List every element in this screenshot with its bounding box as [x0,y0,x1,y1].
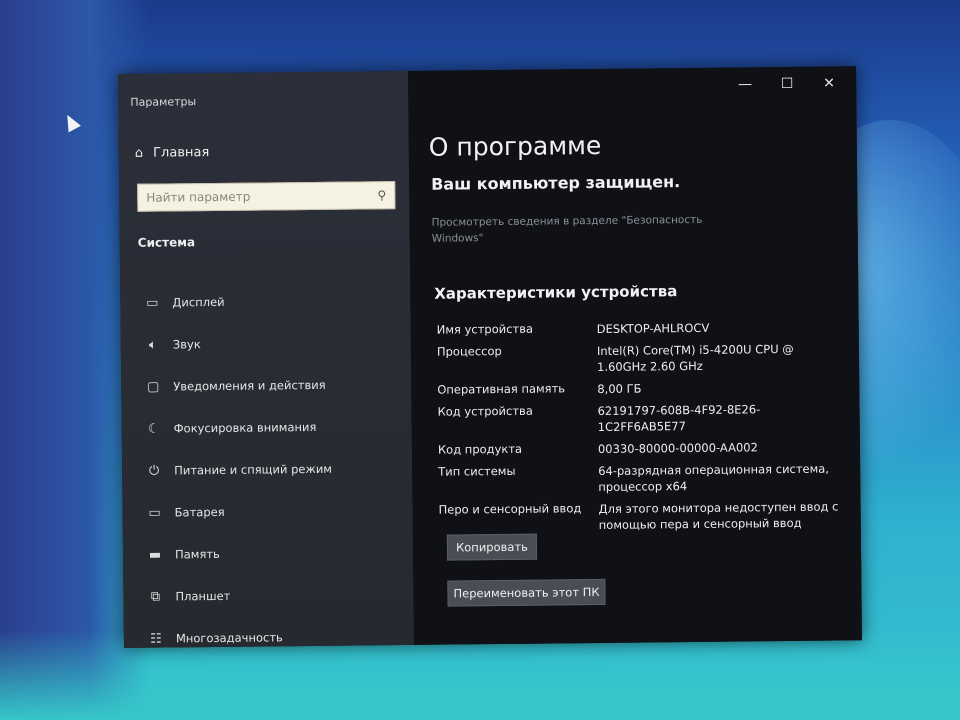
sidebar-item-battery[interactable]: ▭ Батарея [146,489,406,534]
sidebar-item-label: Звук [172,337,201,352]
sidebar-item-label: Уведомления и действия [173,377,326,394]
sidebar-item-display[interactable]: ▭ Дисплей [144,279,404,324]
power-icon: ⏻ [148,463,160,479]
spec-row: Оперативная память 8,00 ГБ [437,378,847,398]
sidebar-item-label: Многозадачность [175,630,283,646]
sidebar-item-label: Планшет [175,588,231,604]
main-content: — ☐ ✕ О программе Ваш компьютер защищен.… [407,66,862,645]
spec-value: DESKTOP-AHLROCV [596,320,710,337]
spec-row: Имя устройства DESKTOP-AHLROCV [437,318,847,338]
security-link[interactable]: Просмотреть сведения в разделе "Безопасн… [431,212,731,247]
multitasking-icon: ☷ [150,631,162,647]
sidebar-section-title: Система [137,235,196,250]
tablet-icon: ⧉ [150,589,161,605]
page-title: О программе [428,130,602,162]
sidebar-item-sound[interactable]: 🔈︎ Звук [145,321,405,366]
focus-assist-icon: ☾ [147,421,160,437]
sidebar-item-focus-assist[interactable]: ☾ Фокусировка внимания [145,405,405,450]
spec-value: 8,00 ГБ [597,381,642,396]
display-icon: ▭ [146,295,159,311]
sound-icon: 🔈︎ [148,337,157,353]
spec-row: Код устройства 62191797-608B-4F92-8E26-1… [437,400,847,436]
spec-value: Для этого монитора недоступен ввод с пом… [598,499,839,532]
spec-label: Оперативная память [437,381,566,397]
spec-label: Процессор [436,343,502,359]
sidebar: Параметры ⌂ Главная ⚲ Система ▭ Дисплей … [118,70,414,648]
storage-icon: ▬ [148,547,162,563]
spec-label: Код продукта [437,441,523,457]
close-button[interactable]: ✕ [808,70,850,96]
sidebar-item-power[interactable]: ⏻ Питание и спящий режим [146,447,406,492]
sidebar-item-multitasking[interactable]: ☷ Многозадачность [148,615,408,660]
spec-label: Перо и сенсорный ввод [438,501,582,517]
sidebar-nav: ▭ Дисплей 🔈︎ Звук ▢ Уведомления и действ… [144,279,408,660]
sidebar-item-storage[interactable]: ▬ Память [147,531,407,576]
spec-value: 64-разрядная операционная система, проце… [598,461,830,494]
spec-row: Тип системы 64-разрядная операционная си… [438,460,848,496]
sidebar-item-label: Память [174,546,220,562]
protection-status: Ваш компьютер защищен. [431,172,681,194]
search-icon[interactable]: ⚲ [377,188,386,202]
notifications-icon: ▢ [147,379,160,395]
window-controls: — ☐ ✕ [724,70,850,97]
spec-value: Intel(R) Core(TM) i5-4200U CPU @ 1.60GHz… [596,341,794,374]
copy-button[interactable]: Копировать [446,533,538,561]
window-title: Параметры [130,95,197,109]
sidebar-item-label: Фокусировка внимания [173,419,317,436]
sidebar-item-home[interactable]: ⌂ Главная [135,145,210,161]
spec-value: 62191797-608B-4F92-8E26-1C2FF6AB5E77 [597,402,761,434]
rename-pc-button[interactable]: Переименовать этот ПК [447,578,606,607]
sidebar-item-label: Питание и спящий режим [174,461,333,478]
sidebar-item-label: Главная [153,145,210,161]
search-input[interactable] [146,188,357,205]
spec-value: 00330-80000-00000-AA002 [597,440,758,456]
battery-icon: ▭ [148,505,161,521]
home-icon: ⌂ [134,145,144,161]
specs-table: Имя устройства DESKTOP-AHLROCV Процессор… [437,318,849,540]
specs-heading: Характеристики устройства [434,282,678,303]
settings-window: Параметры ⌂ Главная ⚲ Система ▭ Дисплей … [118,66,862,648]
spec-label: Код устройства [437,403,533,419]
search-box[interactable]: ⚲ [137,181,396,212]
maximize-button[interactable]: ☐ [766,71,808,97]
spec-row: Код продукта 00330-80000-00000-AA002 [438,438,848,458]
sidebar-item-label: Батарея [174,504,225,520]
spec-row: Процессор Intel(R) Core(TM) i5-4200U CPU… [437,340,847,376]
sidebar-item-tablet[interactable]: ⧉ Планшет [147,573,407,618]
minimize-button[interactable]: — [724,71,766,97]
spec-label: Имя устройства [436,321,534,337]
sidebar-item-notifications[interactable]: ▢ Уведомления и действия [145,363,405,408]
sidebar-item-label: Дисплей [172,294,225,310]
spec-row: Перо и сенсорный ввод Для этого монитора… [439,498,849,534]
spec-label: Тип системы [438,463,516,479]
